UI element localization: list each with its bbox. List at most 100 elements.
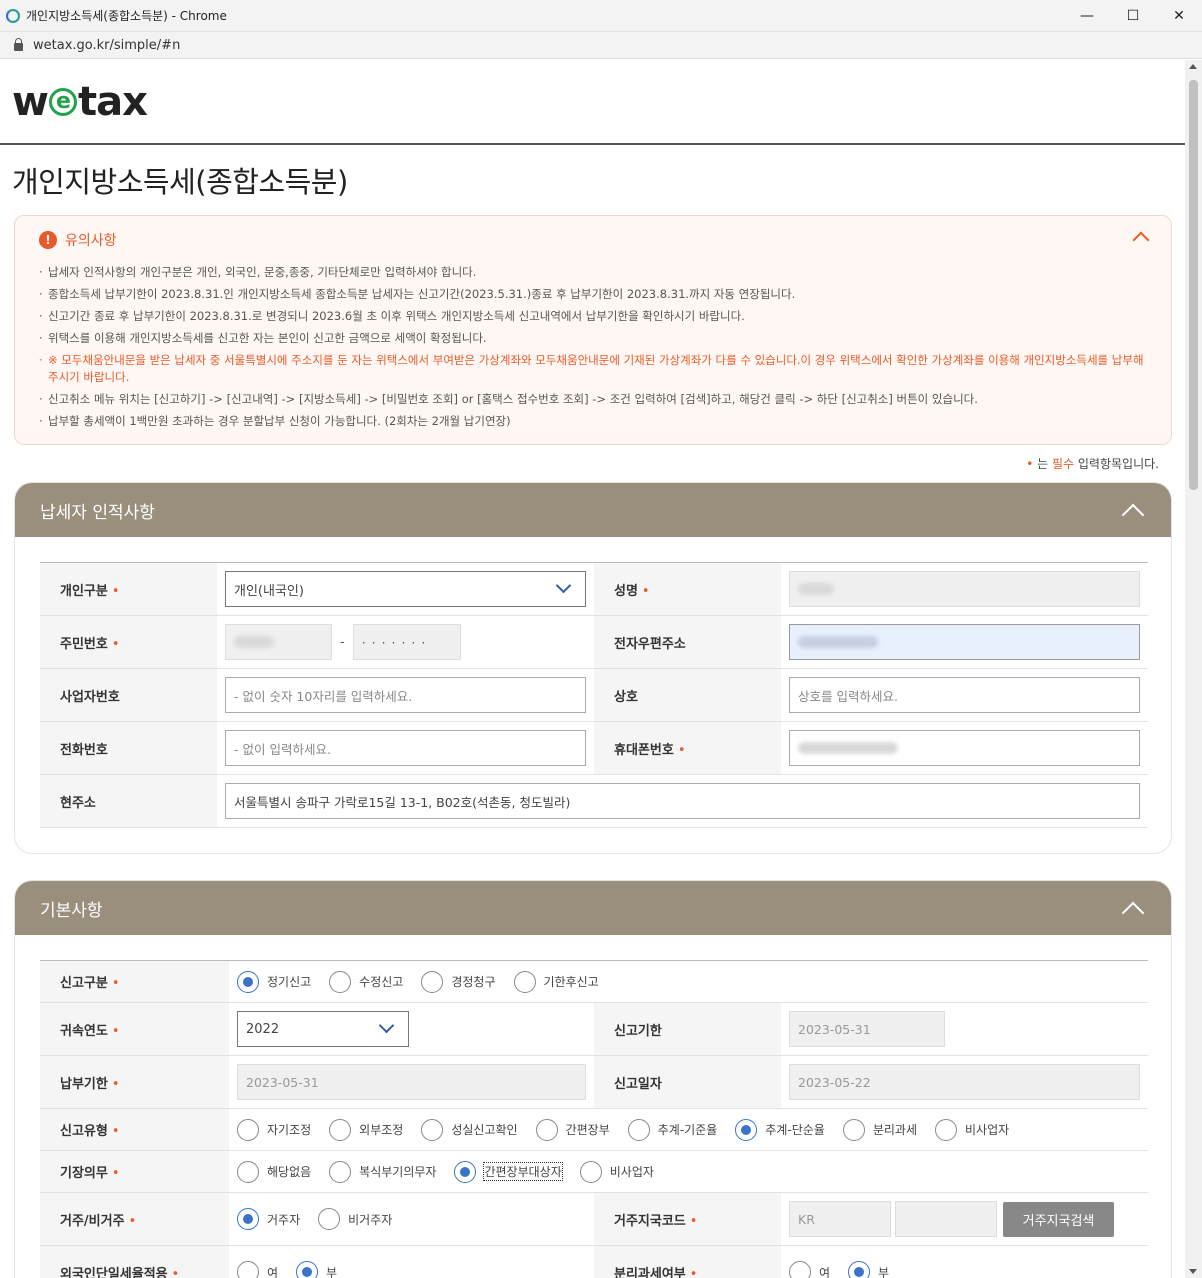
notice-list: 납세자 인적사항의 개인구분은 개인, 외국인, 문중,종중, 기타단체로만 입… [39, 264, 1147, 430]
residence-name-field [895, 1201, 997, 1237]
residence-code-field: KR [789, 1201, 891, 1237]
label-foreign-flat: 외국인단일세율적용 • [40, 1245, 229, 1278]
wetax-logo[interactable]: w e tax [12, 78, 148, 125]
address-input[interactable]: 서울특별시 송파구 가락로15길 13-1, B02호(석촌동, 청도빌라) [225, 783, 1140, 819]
maximize-button[interactable]: ☐ [1110, 0, 1156, 32]
page-title: 개인지방소득세(종합소득분) [12, 165, 348, 199]
radio-simple-book[interactable]: 간편장부 [535, 1118, 610, 1141]
radio-external-adjust[interactable]: 외부조정 [329, 1118, 403, 1141]
notice-item: 위택스를 이용해 개인지방소득세를 신고한 자는 본인이 신고한 금액으로 세액… [39, 330, 1147, 347]
basic-section: 기본사항 신고구분 • 정기신고 수정신고 경정청구 기한후신고 귀속연도 • 20 [14, 880, 1172, 1278]
radio-estimate-simple[interactable]: 추계-단순율 [735, 1118, 825, 1141]
required-note-post: 입력항목입니다. [1074, 457, 1159, 471]
radio-separate-tax-yes[interactable]: 여 [789, 1261, 830, 1278]
radio-foreign-flat-yes[interactable]: 여 [237, 1261, 278, 1278]
radio-non-resident[interactable]: 비거주자 [318, 1208, 392, 1230]
radio-late-report[interactable]: 기한후신고 [513, 970, 599, 993]
window-titlebar: 개인지방소득세(종합소득분) - Chrome — ☐ ✕ [0, 0, 1202, 32]
report-deadline-field: 2023-05-31 [789, 1011, 945, 1047]
label-bizno: 사업자번호 [40, 668, 217, 722]
name-field [789, 571, 1140, 607]
pay-deadline-field: 2023-05-31 [237, 1064, 586, 1100]
label-residency: 거주/비거주 • [40, 1192, 229, 1246]
notice-item: 종합소득세 납부기한이 2023.8.31.인 개인지방소득세 종합소득분 납세… [39, 286, 1147, 303]
radio-self-adjust[interactable]: 자기조정 [237, 1118, 311, 1141]
label-report-type: 신고구분 • [40, 960, 229, 1003]
radio-non-business-book[interactable]: 비사업자 [579, 1160, 654, 1183]
chrome-app-icon [6, 8, 20, 23]
radio-correction-claim[interactable]: 경정청구 [421, 970, 496, 993]
notice-item: 납부할 총세액이 1백만원 초과하는 경우 분할납부 신청이 가능합니다. (2… [39, 413, 1147, 430]
notice-item-warning: ※ 모두채움안내문을 받은 납세자 중 서울특별시에 주소지를 둔 자는 위택스… [39, 352, 1147, 386]
label-company: 상호 [594, 668, 781, 722]
taxpayer-section: 납세자 인적사항 개인구분 • 개인(내국인) 성명 • 주민번호 • - · · · [14, 482, 1172, 854]
label-address: 현주소 [40, 774, 217, 828]
label-report-kind: 신고유형 • [40, 1108, 229, 1151]
address-bar[interactable]: wetax.go.kr/simple/#n [0, 32, 1202, 59]
page-viewport: wetax 개인지방소득세(종합소득분) ! 유의사항 납세자 인적사항의 개인… [0, 60, 1185, 1278]
chevron-up-icon[interactable] [1121, 901, 1145, 925]
basic-section-header[interactable]: 기본사항 [15, 881, 1171, 935]
required-note-pre: 는 [1033, 457, 1052, 471]
phone-input[interactable]: - 없이 입력하세요. [225, 730, 586, 766]
label-phone: 전화번호 [40, 721, 217, 775]
minimize-button[interactable]: — [1064, 0, 1110, 32]
logo-e-icon: e [48, 87, 77, 116]
logo-text-w: w [12, 78, 49, 125]
basic-form: 신고구분 • 정기신고 수정신고 경정청구 기한후신고 귀속연도 • 2022 신고… [40, 960, 1148, 1278]
residence-search-button[interactable]: 거주지국검색 [1003, 1201, 1114, 1237]
vertical-scrollbar[interactable] [1185, 60, 1202, 1278]
notice-title: 유의사항 [65, 233, 117, 249]
radio-double-entry[interactable]: 복식부기의무자 [329, 1160, 436, 1183]
close-button[interactable]: ✕ [1156, 0, 1202, 32]
label-mobile: 휴대폰번호 • [594, 721, 781, 775]
label-pay-deadline: 납부기한 • [40, 1055, 229, 1109]
radio-foreign-flat-no[interactable]: 부 [296, 1261, 337, 1278]
chevron-down-icon [378, 1017, 395, 1034]
label-report-date: 신고일자 [594, 1055, 781, 1109]
scroll-thumb[interactable] [1189, 80, 1198, 490]
person-type-select[interactable]: 개인(내국인) [225, 571, 586, 607]
radio-estimate-standard[interactable]: 추계-기준율 [627, 1118, 717, 1141]
chevron-down-icon [555, 577, 572, 594]
email-field[interactable] [789, 624, 1140, 660]
lock-icon [14, 38, 23, 51]
notice-item: 신고기간 종료 후 납부기한이 2023.8.31.로 변경되니 2023.6월… [39, 308, 1147, 325]
radio-simple-book-target[interactable]: 간편장부대상자 [454, 1160, 563, 1183]
label-bookkeeping: 기장의무 • [40, 1150, 229, 1193]
radio-faithful-report[interactable]: 성실신고확인 [421, 1118, 518, 1141]
taxpayer-form: 개인구분 • 개인(내국인) 성명 • 주민번호 • - · · · · · · · … [40, 562, 1148, 828]
label-report-deadline: 신고기한 [594, 1002, 781, 1056]
label-name: 성명 • [594, 562, 781, 616]
required-note-bold: 필수 [1051, 457, 1075, 471]
report-date-field: 2023-05-22 [789, 1064, 1140, 1100]
logo-text-tax: tax [77, 78, 148, 125]
notice-box: ! 유의사항 납세자 인적사항의 개인구분은 개인, 외국인, 문중,종중, 기… [14, 215, 1172, 445]
chevron-up-icon[interactable] [1121, 503, 1145, 527]
label-separate-tax: 분리과세여부 • [594, 1245, 781, 1278]
label-year: 귀속연도 • [40, 1002, 229, 1056]
label-rrn: 주민번호 • [40, 615, 217, 669]
required-note: • 는 필수 입력항목입니다. [0, 445, 1185, 482]
bizno-input[interactable]: - 없이 숫자 10자리를 입력하세요. [225, 677, 586, 713]
taxpayer-section-header[interactable]: 납세자 인적사항 [15, 483, 1171, 537]
radio-resident[interactable]: 거주자 [237, 1208, 300, 1230]
rrn-back-field: · · · · · · · [352, 624, 461, 660]
radio-non-business[interactable]: 비사업자 [935, 1118, 1009, 1141]
url-text[interactable]: wetax.go.kr/simple/#n [33, 38, 180, 53]
window-title: 개인지방소득세(종합소득분) - Chrome [26, 9, 227, 23]
radio-not-applicable[interactable]: 해당없음 [237, 1160, 311, 1183]
section-title: 기본사항 [40, 900, 103, 921]
radio-amended-report[interactable]: 수정신고 [329, 970, 403, 993]
radio-regular-report[interactable]: 정기신고 [237, 970, 311, 993]
label-email: 전자우편주소 [594, 615, 781, 669]
radio-separate-tax[interactable]: 분리과세 [842, 1118, 917, 1141]
year-select[interactable]: 2022 [237, 1011, 409, 1047]
radio-separate-tax-no[interactable]: 부 [848, 1261, 889, 1278]
scroll-down-icon[interactable] [1189, 1269, 1197, 1274]
mobile-input[interactable] [789, 730, 1140, 766]
label-type: 개인구분 • [40, 562, 217, 616]
scroll-up-icon[interactable] [1189, 64, 1197, 69]
company-input[interactable]: 상호를 입력하세요. [789, 677, 1140, 713]
rrn-front-field [225, 624, 332, 660]
